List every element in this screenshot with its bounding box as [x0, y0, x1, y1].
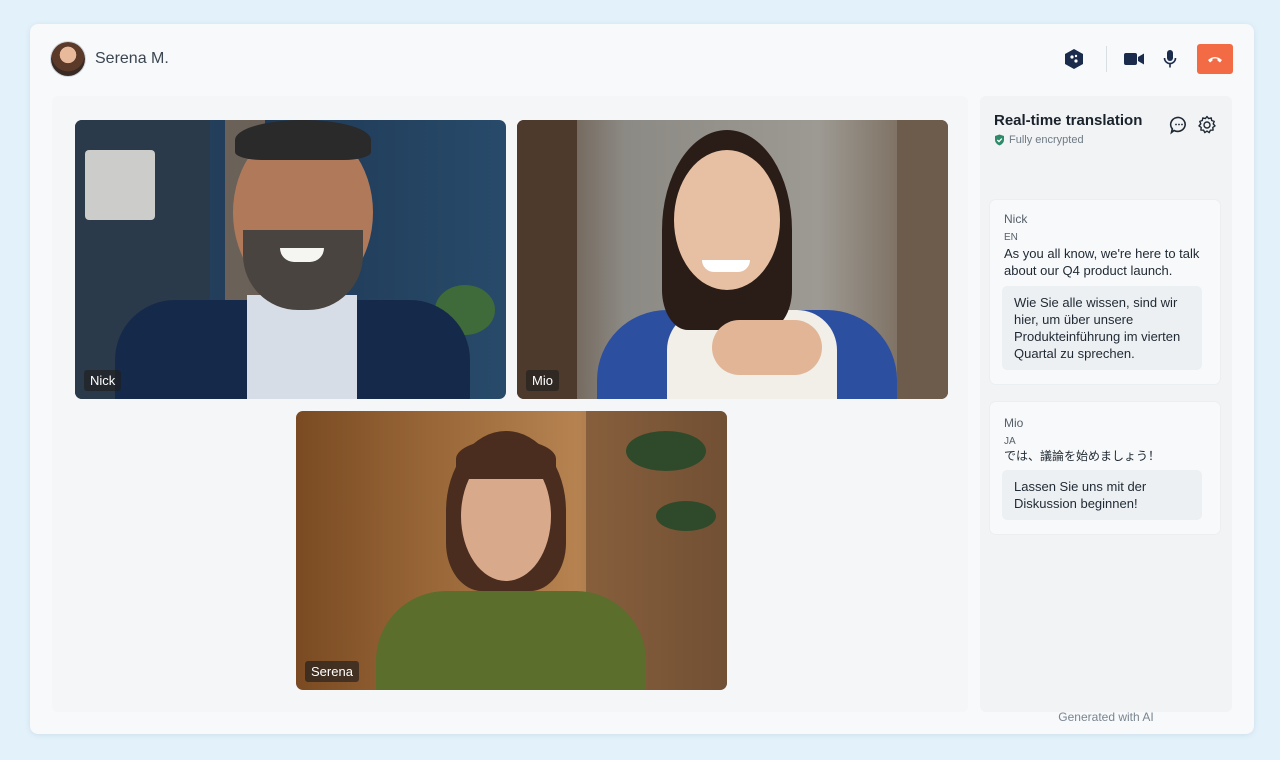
chat-icon[interactable] — [1168, 114, 1190, 136]
video-tile-nick[interactable]: Nick — [75, 120, 506, 399]
message-original: では、議論を始めましょう！ — [1004, 449, 1161, 463]
end-call-button[interactable] — [1197, 44, 1233, 74]
video-stage: Nick Mio Serena — [52, 96, 968, 712]
video-call-window: Serena M. Nick Mio Serena Real-time tran… — [30, 24, 1254, 734]
participant-name-tag: Mio — [526, 370, 559, 391]
header-divider — [1106, 46, 1107, 72]
participant-name-tag: Nick — [84, 370, 122, 391]
app-logo-icon[interactable] — [1061, 46, 1087, 72]
call-header: Serena M. — [30, 24, 1254, 94]
message-language: EN — [1004, 232, 1018, 243]
message-speaker: Mio — [1004, 416, 1024, 430]
message-original: As you all know, we're here to talk abou… — [1004, 246, 1200, 278]
message-translation: Wie Sie alle wissen, sind wir hier, um ü… — [1002, 286, 1202, 370]
message-language: JA — [1004, 436, 1016, 447]
encryption-status: Fully encrypted — [994, 134, 1084, 146]
video-tile-serena[interactable]: Serena — [296, 411, 727, 690]
message-translation: Lassen Sie uns mit der Diskussion beginn… — [1002, 470, 1202, 520]
translation-panel: Real-time translation Fully encrypted Ni… — [980, 96, 1232, 724]
translation-message: Nick EN As you all know, we're here to t… — [990, 200, 1220, 384]
translation-message: Mio JA では、議論を始めましょう！ Lassen Sie uns mit … — [990, 402, 1220, 534]
encryption-label: Fully encrypted — [1009, 134, 1084, 146]
gear-icon[interactable] — [1196, 114, 1218, 136]
message-speaker: Nick — [1004, 212, 1028, 226]
shield-check-icon — [995, 134, 1004, 146]
camera-icon[interactable] — [1121, 46, 1147, 72]
video-tile-mio[interactable]: Mio — [517, 120, 948, 399]
participant-name-tag: Serena — [305, 661, 359, 682]
ai-generated-note: Generated with AI — [1058, 710, 1154, 724]
end-call-icon — [1208, 57, 1222, 63]
panel-title: Real-time translation — [994, 112, 1143, 129]
user-name: Serena M. — [95, 50, 169, 67]
microphone-icon[interactable] — [1157, 46, 1183, 72]
user-avatar[interactable] — [51, 42, 85, 76]
